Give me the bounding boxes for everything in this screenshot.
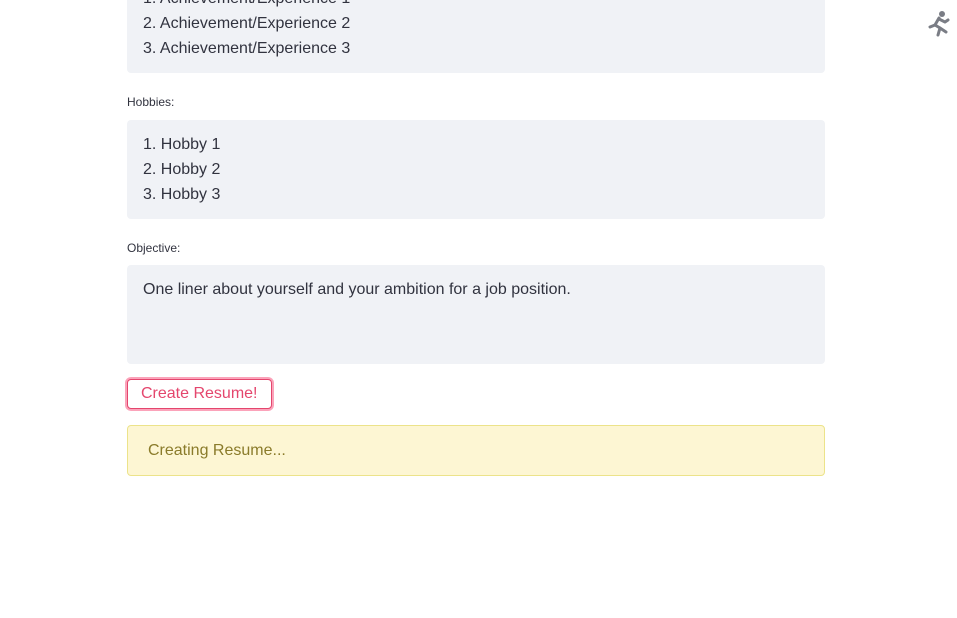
hobbies-textarea[interactable]: 1. Hobby 1 2. Hobby 2 3. Hobby 3 xyxy=(127,120,825,219)
status-alert: Creating Resume... xyxy=(127,425,825,476)
achievements-textarea[interactable]: 1. Achievement/Experience 1 2. Achieveme… xyxy=(127,0,825,73)
status-message: Creating Resume... xyxy=(148,442,286,459)
create-resume-button[interactable]: Create Resume! xyxy=(127,379,272,409)
objective-textarea[interactable]: One liner about yourself and your ambiti… xyxy=(127,265,825,364)
app-page: 1. Achievement/Experience 1 2. Achieveme… xyxy=(0,0,957,618)
objective-label: Objective: xyxy=(127,241,181,255)
hobbies-label: Hobbies: xyxy=(127,95,175,109)
running-person-icon xyxy=(925,10,951,38)
